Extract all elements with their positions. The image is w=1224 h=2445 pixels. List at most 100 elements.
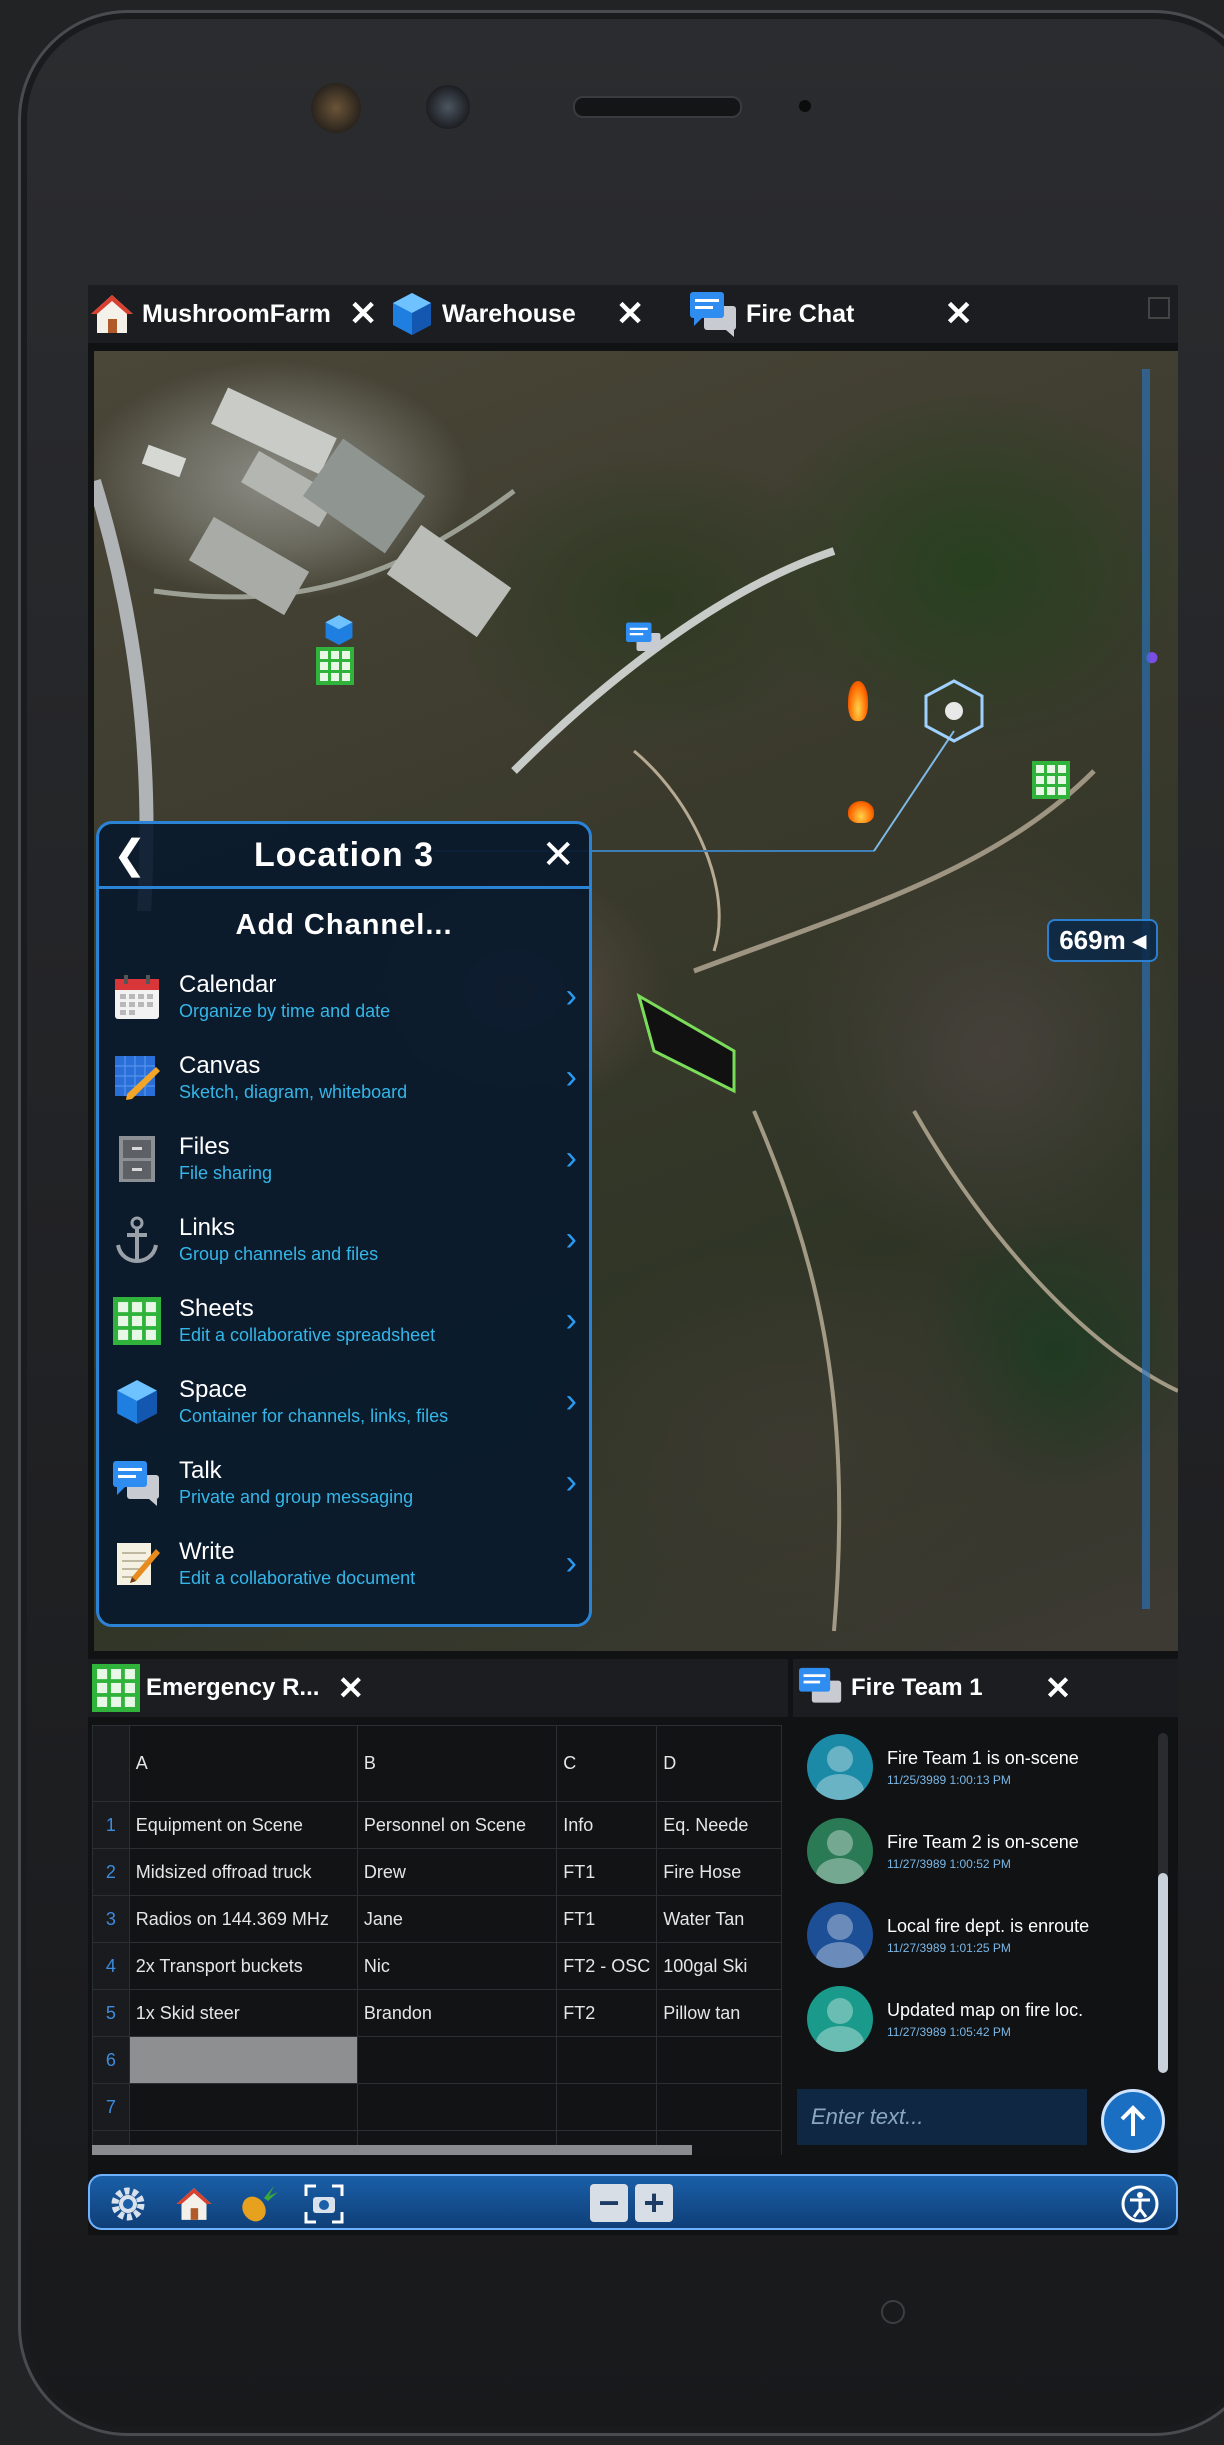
- column-header[interactable]: B: [356, 1725, 558, 1802]
- cell[interactable]: FT1: [556, 1895, 658, 1943]
- cell[interactable]: [656, 2036, 782, 2084]
- zoom-out-button[interactable]: −: [590, 2182, 628, 2223]
- calendar-icon: [111, 971, 163, 1023]
- cell[interactable]: Equipment on Scene: [128, 1801, 358, 1849]
- chat-icon[interactable]: [624, 621, 664, 665]
- fire-marker-icon[interactable]: [848, 681, 868, 721]
- tab-warehouse[interactable]: Warehouse ✕: [388, 285, 688, 343]
- close-icon[interactable]: ✕: [1045, 1669, 1072, 1707]
- row-number[interactable]: 4: [92, 1942, 130, 1990]
- screen: MushroomFarm ✕ Warehouse ✕ Fire Chat ✕ ●…: [88, 285, 1178, 2235]
- chevron-right-icon: ›: [565, 1382, 577, 1420]
- chat-scrollbar[interactable]: [1158, 1733, 1168, 2073]
- row-number[interactable]: 1: [92, 1801, 130, 1849]
- message-list[interactable]: Fire Team 1 is on-scene 11/25/3989 1:00:1…: [793, 1725, 1178, 2061]
- cell[interactable]: 100gal Ski: [656, 1942, 782, 1990]
- channel-item-talk[interactable]: Talk Private and group messaging ›: [99, 1442, 589, 1523]
- row-number[interactable]: 5: [92, 1989, 130, 2037]
- close-icon[interactable]: ✕: [944, 294, 973, 334]
- accessibility-button[interactable]: [1120, 2184, 1160, 2224]
- chevron-right-icon: ›: [565, 977, 577, 1015]
- close-icon[interactable]: ✕: [616, 294, 645, 334]
- cell[interactable]: Brandon: [356, 1989, 558, 2037]
- scale-bar[interactable]: [1142, 369, 1150, 1609]
- table-row: 1 Equipment on Scene Personnel on Scene …: [92, 1801, 782, 1849]
- item-title: Files: [179, 1133, 230, 1160]
- table-row: 4 2x Transport buckets Nic FT2 - OSC 100…: [92, 1942, 782, 1990]
- cell[interactable]: 1x Skid steer: [128, 1989, 358, 2037]
- channel-item-calendar[interactable]: Calendar Organize by time and date ›: [99, 956, 589, 1037]
- close-icon[interactable]: ✕: [349, 294, 378, 334]
- column-header[interactable]: A: [128, 1725, 358, 1802]
- row-number[interactable]: 6: [92, 2036, 130, 2084]
- scroll-thumb[interactable]: [1158, 1873, 1168, 2073]
- spreadsheet-grid[interactable]: A B C D 1 Equipment on Scene Personnel o…: [92, 1725, 782, 2155]
- cell[interactable]: Info: [556, 1801, 658, 1849]
- grid-icon[interactable]: [316, 647, 354, 693]
- tab-fire-chat[interactable]: Fire Chat ✕: [688, 285, 988, 343]
- cell[interactable]: [556, 2036, 658, 2084]
- cell[interactable]: FT2 - OSC: [556, 1942, 658, 1990]
- send-button[interactable]: [1101, 2089, 1165, 2153]
- cell[interactable]: Water Tan: [656, 1895, 782, 1943]
- tab-fire-team-1[interactable]: Fire Team 1 ✕: [793, 1659, 1178, 1717]
- back-arrow-icon[interactable]: ❮: [113, 832, 147, 878]
- cell[interactable]: FT2: [556, 1989, 658, 2037]
- tab-mushroomfarm[interactable]: MushroomFarm ✕: [88, 285, 388, 343]
- tab-bar: MushroomFarm ✕ Warehouse ✕ Fire Chat ✕: [88, 285, 1178, 343]
- cell[interactable]: [128, 2083, 358, 2131]
- cell[interactable]: Eq. Neede: [656, 1801, 782, 1849]
- channel-item-canvas[interactable]: Canvas Sketch, diagram, whiteboard ›: [99, 1037, 589, 1118]
- restore-icon[interactable]: [1148, 297, 1170, 319]
- add-channel-heading: Add Channel...: [235, 909, 453, 941]
- cell[interactable]: Midsized offroad truck: [128, 1848, 358, 1896]
- item-subtitle: Sketch, diagram, whiteboard: [179, 1082, 408, 1102]
- column-header[interactable]: C: [556, 1725, 658, 1802]
- selected-cell[interactable]: [128, 2036, 358, 2084]
- fire-marker-icon[interactable]: [848, 801, 874, 823]
- home-indicator: [881, 2300, 905, 2324]
- cell[interactable]: Fire Hose: [656, 1848, 782, 1896]
- chat-icon: [799, 1667, 842, 1703]
- close-icon[interactable]: ✕: [337, 1669, 364, 1707]
- item-subtitle: File sharing: [179, 1163, 273, 1183]
- settings-button[interactable]: [108, 2184, 148, 2224]
- message-time: 11/25/3989 1:00:13 PM: [887, 1772, 1011, 1787]
- cell[interactable]: [356, 2036, 558, 2084]
- row-number[interactable]: 7: [92, 2083, 130, 2131]
- channel-item-sheets[interactable]: Sheets Edit a collaborative spreadsheet ›: [99, 1280, 589, 1361]
- grid-icon[interactable]: [1032, 761, 1070, 807]
- channel-item-space[interactable]: Space Container for channels, links, file…: [99, 1361, 589, 1442]
- row-number[interactable]: 2: [92, 1848, 130, 1896]
- message-time: 11/27/3989 1:05:42 PM: [887, 2024, 1011, 2039]
- zoom-in-button[interactable]: +: [635, 2182, 673, 2223]
- tab-emergency-sheet[interactable]: Emergency R... ✕: [88, 1659, 788, 1717]
- cell[interactable]: [356, 2083, 558, 2131]
- horizontal-scrollbar[interactable]: [92, 2145, 692, 2155]
- cell[interactable]: Radios on 144.369 MHz: [128, 1895, 358, 1943]
- channel-item-write[interactable]: Write Edit a collaborative document ›: [99, 1523, 589, 1604]
- capture-button[interactable]: [304, 2184, 344, 2224]
- notepad-icon: [111, 1538, 163, 1590]
- close-icon[interactable]: ✕: [541, 832, 575, 878]
- channel-item-files[interactable]: Files File sharing ›: [99, 1118, 589, 1199]
- cell[interactable]: 2x Transport buckets: [128, 1942, 358, 1990]
- chat-text-input[interactable]: Enter text...: [797, 2089, 1087, 2145]
- cell[interactable]: Jane: [356, 1895, 558, 1943]
- cell[interactable]: Nic: [356, 1942, 558, 1990]
- pineapple-button[interactable]: [238, 2184, 278, 2224]
- cell[interactable]: [556, 2083, 658, 2131]
- cell[interactable]: [656, 2083, 782, 2131]
- cell[interactable]: FT1: [556, 1848, 658, 1896]
- cell[interactable]: Personnel on Scene: [356, 1801, 558, 1849]
- column-header[interactable]: D: [656, 1725, 782, 1802]
- cell[interactable]: Drew: [356, 1848, 558, 1896]
- avatar: [807, 1986, 873, 2052]
- channel-item-links[interactable]: Links Group channels and files ›: [99, 1199, 589, 1280]
- cell[interactable]: Pillow tan: [656, 1989, 782, 2037]
- home-button[interactable]: [174, 2184, 214, 2224]
- anchor-icon: [111, 1214, 163, 1266]
- message-time: 11/27/3989 1:01:25 PM: [887, 1940, 1011, 1955]
- tab-label: Fire Team 1: [851, 1674, 983, 1701]
- row-number[interactable]: 3: [92, 1895, 130, 1943]
